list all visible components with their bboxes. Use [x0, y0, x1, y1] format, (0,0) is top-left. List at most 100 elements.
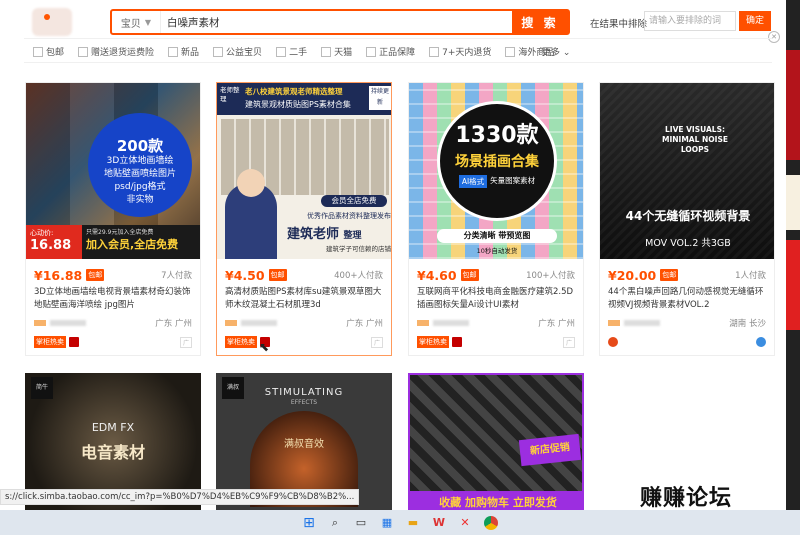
free-shipping-tag: 包邮: [660, 269, 679, 281]
buyer-count: 7人付款: [161, 271, 192, 281]
shop-icon: [608, 320, 620, 326]
status-url: s://click.simba.taobao.com/cc_im?p=%B0%D…: [0, 489, 360, 505]
checkbox[interactable]: [505, 46, 516, 57]
checkbox[interactable]: [33, 46, 43, 57]
flower-icon: [608, 337, 618, 347]
product-image[interactable]: 200款 3D立体地画墙绘 地贴壁画喷绘图片 psd/jpg格式 非实物 心动价…: [26, 83, 200, 259]
sidebar-ad[interactable]: [786, 240, 800, 330]
shop-name[interactable]: [50, 320, 86, 326]
search-input[interactable]: [161, 11, 512, 33]
location: 广东 广州: [346, 319, 383, 329]
price-banner: 心动价: 16.88: [26, 225, 82, 259]
more-filters-button[interactable]: 更多 ⌄: [542, 45, 570, 58]
product-card[interactable]: 1330款 场景插画合集 AI格式 矢量图案素材 分类清晰 带预览图 10秒自动…: [408, 82, 584, 356]
location: 湖南 长沙: [729, 319, 766, 329]
filter-new[interactable]: 新品: [168, 45, 199, 58]
product-image[interactable]: 老师整理 老八校建筑景观老师精选整理 建筑景观材质贴图PS素材合集 持续更新 会…: [217, 83, 391, 259]
taobao-search-page: 宝贝▼ 搜 索 在结果中排除 请输入要排除的词 确定 ✕ 包邮 赠送退货运费险 …: [0, 0, 786, 510]
search-bar: 宝贝▼ 搜 索: [110, 9, 570, 35]
free-shipping-tag: 包邮: [460, 269, 479, 281]
checkbox[interactable]: [168, 46, 179, 57]
location: 广东 广州: [538, 319, 575, 329]
filter-free-shipping[interactable]: 包邮: [33, 45, 64, 58]
product-card[interactable]: 新店促销 收藏 加购物车 立即发货: [408, 373, 584, 510]
logo-dot: [44, 14, 50, 20]
location: 广东 广州: [155, 319, 192, 329]
noise-bg: [600, 83, 774, 259]
sidebar-ad[interactable]: [786, 175, 800, 230]
app-icon[interactable]: ✕: [456, 514, 474, 532]
exclude-input[interactable]: 请输入要排除的词: [644, 11, 736, 31]
product-image[interactable]: 新店促销 收藏 加购物车 立即发货: [410, 375, 582, 510]
ad-tag: 广: [370, 336, 383, 348]
price: ¥20.00: [608, 267, 657, 283]
taskbar: ⊞ ⌕ ▭ ▦ ▬ W ✕: [0, 510, 800, 535]
wps-icon[interactable]: W: [430, 514, 448, 532]
buyer-count: 1人付款: [735, 271, 766, 281]
sidebar-ad[interactable]: [786, 50, 800, 160]
windows-start-icon[interactable]: ⊞: [300, 514, 318, 532]
shop-icon: [417, 320, 429, 326]
teacher-face: [237, 169, 265, 197]
checkbox[interactable]: [213, 46, 224, 57]
shop-icon: [34, 320, 46, 326]
checkbox[interactable]: [366, 46, 377, 57]
product-card[interactable]: 老师整理 老八校建筑景观老师精选整理 建筑景观材质贴图PS素材合集 持续更新 会…: [216, 82, 392, 356]
shop-name[interactable]: [433, 320, 469, 326]
checkbox[interactable]: [78, 46, 89, 57]
product-image[interactable]: LIVE VISUALS: MINIMAL NOISE LOOPS 44个无缝循…: [600, 83, 774, 259]
chevron-down-icon: ▼: [144, 17, 152, 27]
ad-tag: 广: [179, 336, 192, 348]
product-title[interactable]: 44个黑白噪声回路几何动感视觉无缝循环视频VJ视频背景素材VOL.2: [608, 286, 766, 312]
search-button[interactable]: 搜 索: [512, 11, 568, 33]
product-title[interactable]: 互联网商平化科技电商金融医疗建筑2.5D插画图标矢量Ai设计UI素材: [417, 286, 575, 312]
checkbox[interactable]: [321, 46, 332, 57]
buyer-count: 100+人付款: [526, 271, 575, 281]
logo: [32, 8, 72, 36]
medal-icon: [69, 337, 79, 347]
product-card[interactable]: 200款 3D立体地画墙绘 地贴壁画喷绘图片 psd/jpg格式 非实物 心动价…: [25, 82, 201, 356]
shop-name[interactable]: [624, 320, 660, 326]
filter-genuine[interactable]: 正品保障: [366, 45, 415, 58]
product-image[interactable]: 1330款 场景插画合集 AI格式 矢量图案素材 分类清晰 带预览图 10秒自动…: [409, 83, 583, 259]
product-title[interactable]: 3D立体地画墙绘电视背景墙素材奇幻装饰地贴壁画海洋喷绘 jpg图片: [34, 286, 192, 312]
filter-return-insurance[interactable]: 赠送退货运费险: [78, 45, 154, 58]
medal-icon: [452, 337, 462, 347]
exclude-confirm-button[interactable]: 确定: [739, 11, 771, 31]
file-explorer-icon[interactable]: ▬: [404, 514, 422, 532]
divider: [24, 62, 772, 63]
exclude-label: 在结果中排除: [590, 19, 648, 30]
free-shipping-tag: 包邮: [86, 269, 105, 281]
price: ¥4.60: [417, 267, 457, 283]
hot-seller-badge: 掌柜热卖: [34, 336, 66, 348]
shop-name[interactable]: [241, 320, 277, 326]
chrome-icon[interactable]: [482, 514, 500, 532]
filter-charity[interactable]: 公益宝贝: [213, 45, 262, 58]
checkbox[interactable]: [429, 46, 440, 57]
filter-secondhand[interactable]: 二手: [276, 45, 307, 58]
member-banner: 只需29.9元加入全店免费 加入会员,全店免费: [82, 225, 200, 259]
right-sidebar-ads[interactable]: [786, 0, 800, 510]
free-shipping-tag: 包邮: [268, 269, 287, 281]
hot-seller-badge: 掌柜热卖: [225, 336, 257, 348]
chevron-down-icon: ⌄: [562, 48, 571, 58]
buyer-count: 400+人付款: [334, 271, 383, 281]
watermark: 赚赚论坛: [640, 486, 733, 510]
product-title[interactable]: 高清材质贴图PS素材库su建筑景观草图大师木纹混凝土石材肌理3d: [225, 286, 383, 312]
wangwang-icon[interactable]: [756, 337, 766, 347]
mouse-cursor-icon: ⬉: [259, 340, 270, 354]
widgets-icon[interactable]: ▦: [378, 514, 396, 532]
price: ¥4.50: [225, 267, 265, 283]
shop-icon: [225, 320, 237, 326]
filter-bar: 包邮 赠送退货运费险 新品 公益宝贝 二手 天猫 正品保障 7+天内退货 海外商…: [33, 45, 568, 58]
divider: [24, 38, 772, 39]
filter-7day-return[interactable]: 7+天内退货: [429, 45, 491, 58]
search-category-select[interactable]: 宝贝 ▼: [112, 11, 161, 33]
task-view-icon[interactable]: ▭: [352, 514, 370, 532]
search-icon[interactable]: ⌕: [326, 514, 344, 532]
product-card[interactable]: LIVE VISUALS: MINIMAL NOISE LOOPS 44个无缝循…: [599, 82, 775, 356]
close-icon[interactable]: ✕: [768, 31, 780, 43]
filter-tmall[interactable]: 天猫: [321, 45, 352, 58]
ad-tag: 广: [562, 336, 575, 348]
checkbox[interactable]: [276, 46, 287, 57]
